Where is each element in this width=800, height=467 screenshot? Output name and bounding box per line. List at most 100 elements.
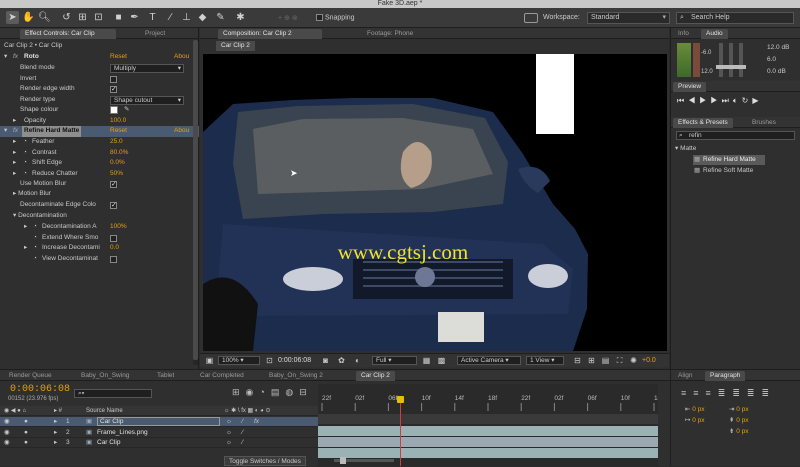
- expand-triangle-icon[interactable]: ▾: [4, 52, 7, 63]
- toggle-switches-button[interactable]: Toggle Switches / Modes: [224, 456, 306, 466]
- stopwatch-icon[interactable]: ◔: [23, 137, 27, 148]
- effects-search-input[interactable]: ⌕ refin: [676, 131, 795, 140]
- stopwatch-icon[interactable]: ◔: [23, 158, 27, 169]
- align-center-icon[interactable]: ≡: [693, 388, 705, 398]
- fx-icon[interactable]: fx: [254, 417, 259, 427]
- roto-prop-select[interactable]: Shape cutout ▾: [110, 95, 184, 105]
- stopwatch-icon[interactable]: ◔: [23, 148, 27, 159]
- effect-item-refine-hard[interactable]: ▦ Refine Hard Matte: [693, 155, 765, 165]
- tab-brushes[interactable]: Brushes: [747, 118, 781, 128]
- effect-refine-header[interactable]: ▾ fx Refine Hard Matte Reset Abou: [0, 126, 199, 137]
- slider-handle[interactable]: [716, 65, 726, 69]
- use-motion-blur-checkbox[interactable]: [110, 181, 117, 188]
- layer-name[interactable]: Frame_Lines.png: [97, 428, 148, 438]
- draft-3d-icon[interactable]: ◉: [246, 387, 260, 397]
- effect-item-refine-soft[interactable]: ▦ Refine Soft Matte: [693, 166, 753, 176]
- solo-icon[interactable]: ●: [24, 417, 28, 427]
- timeline-search-input[interactable]: ⌕▾: [74, 389, 152, 398]
- color-channel-icon[interactable]: ✿: [336, 355, 347, 366]
- space-after[interactable]: ⇟ 0 px: [729, 427, 749, 435]
- tab-footage[interactable]: Footage: Phone: [362, 29, 418, 39]
- last-frame-icon[interactable]: ⏭: [722, 96, 733, 105]
- refine-about-link[interactable]: Abou: [174, 126, 189, 137]
- layer-name[interactable]: Car Clip: [97, 417, 220, 426]
- mask-tool-icon[interactable]: ■: [112, 11, 125, 24]
- effect-roto-header[interactable]: ▾ fx Roto Reset Abou: [0, 52, 199, 63]
- refine-prop-value[interactable]: 0.0%: [110, 158, 125, 169]
- pen-tool-icon[interactable]: ✒: [128, 11, 141, 24]
- decon-prop-value[interactable]: 100%: [110, 222, 127, 233]
- roto-reset-button[interactable]: Reset: [110, 52, 127, 63]
- puppet-tool-icon[interactable]: ✱: [234, 11, 247, 24]
- table-row[interactable]: ◉ ● ▸ 1 ▣ Car Clip ☼ ∕ fx: [0, 417, 318, 427]
- decon-prop-checkbox[interactable]: [110, 255, 117, 263]
- justify-left-icon[interactable]: ≣: [718, 388, 733, 398]
- fx-icon[interactable]: fx: [13, 126, 18, 137]
- table-row[interactable]: ◉ ● ▸ 3 ▣ Car Clip ☼ ∕: [0, 438, 318, 448]
- tab-info[interactable]: Info: [673, 29, 694, 39]
- stopwatch-icon[interactable]: ◔: [33, 233, 37, 244]
- pixel-aspect-icon[interactable]: ⊟: [572, 355, 583, 366]
- decontamination-group[interactable]: ▾ Decontamination: [13, 211, 67, 222]
- prev-frame-icon[interactable]: ◀: [688, 96, 699, 105]
- comp-mini-flowchart-icon[interactable]: ⊞: [232, 387, 246, 397]
- expand-triangle-icon[interactable]: ▸: [24, 222, 27, 233]
- first-frame-icon[interactable]: ⏮: [677, 96, 688, 105]
- playhead-handle[interactable]: [396, 396, 404, 403]
- timeline-timecode[interactable]: 0:00:06:08: [10, 384, 70, 395]
- color-swatch[interactable]: [110, 106, 118, 114]
- audio-slider-left[interactable]: [716, 43, 726, 77]
- flowchart-icon[interactable]: ⛶: [614, 355, 625, 366]
- mute-icon[interactable]: 🔈︎: [733, 96, 742, 105]
- timeline-zoom-slider[interactable]: [334, 457, 394, 464]
- roto-about-link[interactable]: Abou: [174, 52, 189, 63]
- playhead[interactable]: [399, 398, 401, 466]
- refine-prop-value[interactable]: 80.0%: [110, 148, 128, 159]
- decontaminate-edge-checkbox[interactable]: [110, 202, 117, 209]
- decon-prop-value[interactable]: 0.0: [110, 243, 119, 254]
- type-tool-icon[interactable]: T: [146, 11, 159, 24]
- brush-tool-icon[interactable]: ∕: [164, 11, 177, 24]
- motion-blur-group[interactable]: ▸ Motion Blur: [13, 189, 51, 200]
- expand-triangle-icon[interactable]: ▸: [13, 148, 16, 159]
- expand-triangle-icon[interactable]: ▸: [54, 417, 57, 427]
- frame-blend-icon[interactable]: ▤: [271, 387, 286, 397]
- layer-bar-3[interactable]: [318, 448, 658, 458]
- effects-group-matte[interactable]: ▾ Matte: [675, 144, 696, 152]
- fast-preview-icon[interactable]: ⊞: [586, 355, 597, 366]
- timeline-tracks[interactable]: 22f02f06f10f14f18f22f02f06f10f14f: [318, 384, 658, 466]
- roto-brush-tool-icon[interactable]: ✎: [214, 11, 227, 24]
- quality-icon[interactable]: ∕: [242, 438, 243, 448]
- source-name-header[interactable]: Source Name: [86, 406, 123, 416]
- indent-right-value[interactable]: 0 px: [736, 406, 748, 413]
- tab-effects-presets[interactable]: Effects & Presets: [673, 118, 733, 128]
- solo-icon[interactable]: ●: [24, 428, 28, 438]
- stopwatch-icon[interactable]: ◔: [23, 169, 27, 180]
- timeline-tab[interactable]: Tablet: [152, 371, 179, 381]
- selection-tool-icon[interactable]: ➤: [6, 11, 19, 24]
- timeline-icon[interactable]: ▤: [600, 355, 611, 366]
- slider-handle[interactable]: [726, 65, 736, 69]
- region-interest-icon[interactable]: ⊡: [264, 355, 275, 366]
- layer-name[interactable]: Car Clip: [97, 438, 120, 448]
- indent-left-value[interactable]: 0 px: [692, 406, 704, 413]
- next-frame-icon[interactable]: ▶: [710, 96, 721, 105]
- stopwatch-icon[interactable]: ◔: [33, 222, 37, 233]
- snapshot-icon[interactable]: ◙: [320, 355, 331, 366]
- solo-icon[interactable]: ●: [24, 438, 28, 448]
- shy-icon[interactable]: ◔: [259, 387, 270, 397]
- timeline-tab[interactable]: Render Queue: [4, 371, 57, 381]
- camera-select[interactable]: Active Camera ▾: [457, 356, 521, 365]
- expand-triangle-icon[interactable]: ▸: [24, 243, 27, 254]
- comp-timecode[interactable]: 0:00:06:08: [278, 357, 311, 364]
- quality-icon[interactable]: ∕: [242, 428, 243, 438]
- comp-subtab[interactable]: Car Clip 2: [216, 41, 255, 51]
- justify-right-icon[interactable]: ≣: [747, 388, 762, 398]
- switch-icon[interactable]: ☼: [226, 438, 232, 448]
- exposure-icon[interactable]: ✺: [628, 355, 639, 366]
- refine-reset-button[interactable]: Reset: [110, 126, 127, 137]
- eye-icon[interactable]: ◉: [4, 438, 10, 448]
- audio-slider-right[interactable]: [736, 43, 746, 77]
- expand-triangle-icon[interactable]: ▸: [13, 116, 16, 127]
- decon-prop-checkbox[interactable]: [110, 234, 117, 242]
